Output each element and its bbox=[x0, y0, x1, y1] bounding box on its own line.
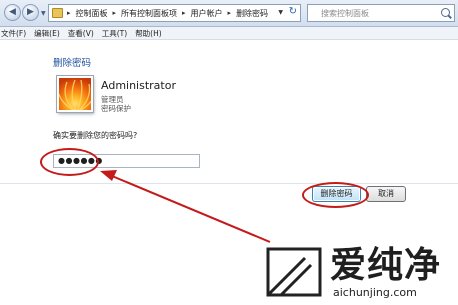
window: ◀ ▶ ▼ ▸ 控制面板 ▸ 所有控制面板项 ▸ 用户帐户 ▸ 删除密码 ▼ ↻… bbox=[0, 0, 458, 305]
control-panel-icon bbox=[52, 8, 63, 18]
password-status: 密码保护 bbox=[101, 104, 131, 113]
back-button[interactable]: ◀ bbox=[4, 4, 21, 21]
search-icon[interactable] bbox=[441, 8, 450, 17]
page-title: 删除密码 bbox=[53, 58, 92, 69]
menu-bar: 文件(F) 编辑(E) 查看(V) 工具(T) 帮助(H) bbox=[0, 27, 458, 40]
user-name: Administrator bbox=[101, 79, 176, 92]
breadcrumb: ▸ 控制面板 ▸ 所有控制面板项 ▸ 用户帐户 ▸ 删除密码 bbox=[67, 5, 268, 21]
breadcrumb-item[interactable]: 控制面板 bbox=[76, 8, 108, 19]
menu-help[interactable]: 帮助(H) bbox=[134, 28, 166, 39]
refresh-icon[interactable]: ↻ bbox=[289, 6, 297, 17]
breadcrumb-separator-icon: ▸ bbox=[227, 9, 232, 17]
forward-button[interactable]: ▶ bbox=[22, 4, 39, 21]
breadcrumb-item[interactable]: 删除密码 bbox=[236, 8, 268, 19]
search-input[interactable]: 搜索控制面板 bbox=[307, 4, 455, 22]
address-input[interactable]: ▸ 控制面板 ▸ 所有控制面板项 ▸ 用户帐户 ▸ 删除密码 ▼ ↻ bbox=[48, 4, 301, 22]
recent-pages-chevron-icon[interactable]: ▼ bbox=[41, 10, 46, 17]
address-toolbar: ◀ ▶ ▼ ▸ 控制面板 ▸ 所有控制面板项 ▸ 用户帐户 ▸ 删除密码 ▼ ↻… bbox=[0, 0, 458, 27]
divider bbox=[0, 183, 458, 184]
breadcrumb-item[interactable]: 所有控制面板项 bbox=[121, 8, 177, 19]
confirm-question: 确实要删除您的密码吗? bbox=[53, 131, 138, 140]
menu-edit[interactable]: 编辑(E) bbox=[33, 28, 64, 39]
flower-icon bbox=[59, 79, 91, 110]
watermark-text: 爱纯净 bbox=[330, 245, 442, 286]
breadcrumb-separator-icon: ▸ bbox=[112, 9, 117, 17]
avatar bbox=[57, 76, 93, 112]
breadcrumb-separator-icon: ▸ bbox=[67, 9, 71, 17]
watermark-url: aichunjing.com bbox=[333, 286, 417, 299]
menu-tools[interactable]: 工具(T) bbox=[101, 28, 131, 39]
watermark-logo-icon bbox=[266, 247, 322, 297]
address-history-chevron-icon[interactable]: ▼ bbox=[278, 9, 283, 16]
menu-view[interactable]: 查看(V) bbox=[67, 28, 98, 39]
annotation-circle-button bbox=[302, 182, 369, 208]
search-placeholder: 搜索控制面板 bbox=[321, 9, 369, 18]
menu-file[interactable]: 文件(F) bbox=[0, 28, 30, 39]
breadcrumb-item[interactable]: 用户帐户 bbox=[191, 8, 223, 19]
breadcrumb-separator-icon: ▸ bbox=[182, 9, 186, 17]
cancel-button[interactable]: 取消 bbox=[366, 186, 406, 202]
annotation-circle-password bbox=[40, 148, 99, 176]
